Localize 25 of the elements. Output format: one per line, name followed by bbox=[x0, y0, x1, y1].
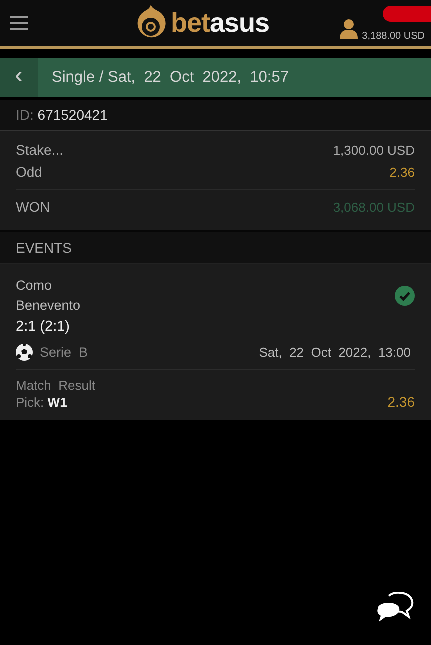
back-button[interactable]: ‹ bbox=[0, 58, 38, 97]
bet-id: 671520421 bbox=[38, 107, 108, 123]
summary-label: Odd bbox=[16, 164, 42, 180]
id-label: ID: bbox=[16, 107, 35, 123]
score: 2:1 (2:1) bbox=[16, 318, 71, 337]
logo-text[interactable]: betasus bbox=[171, 8, 270, 38]
summary-value: 3,068.00 USD bbox=[333, 200, 415, 214]
soccer-ball-icon bbox=[16, 344, 33, 361]
pick: Pick: W1 bbox=[16, 394, 68, 410]
market: Match Result bbox=[16, 377, 96, 394]
summary-value: 1,300.00 USD bbox=[333, 142, 415, 158]
pick-odd: 2.36 bbox=[388, 394, 415, 410]
event-date: Sat, 22 Oct 2022, 13:00 bbox=[259, 345, 411, 360]
league: Serie B bbox=[40, 345, 88, 360]
bet-title: Single / Sat, 22 Oct 2022, 10:57 bbox=[52, 68, 289, 86]
summary-label: Stake... bbox=[16, 142, 64, 158]
balance: 3,188.00 USD bbox=[362, 30, 425, 42]
summary-value: 2.36 bbox=[390, 164, 415, 180]
user-icon[interactable] bbox=[340, 18, 358, 38]
menu-icon[interactable] bbox=[10, 15, 28, 31]
home-team: Como bbox=[16, 277, 54, 295]
events-heading: EVENTS bbox=[0, 232, 431, 263]
deposit-button[interactable] bbox=[383, 6, 431, 22]
away-team: Benevento bbox=[16, 297, 81, 315]
summary-label: WON bbox=[16, 199, 50, 215]
